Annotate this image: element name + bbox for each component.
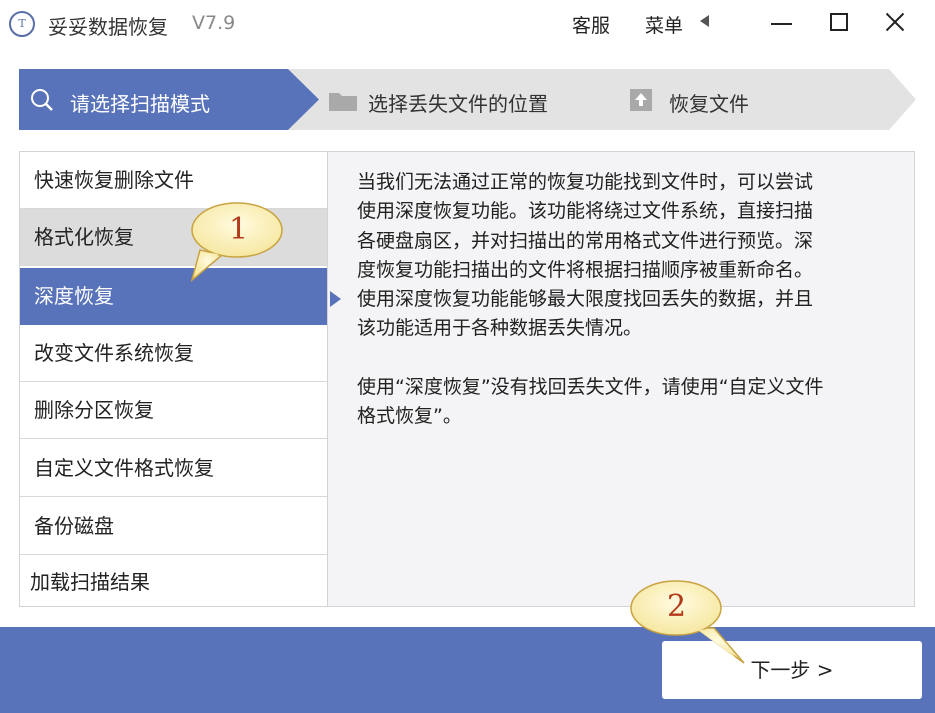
step-2-label: 选择丢失文件的位置 xyxy=(368,92,548,116)
description-line: 使用“深度恢复”没有找回丢失文件，请使用“自定义文件 xyxy=(357,375,824,398)
description-line: 各硬盘扇区，并对扫描出的常用格式文件进行预览。深 xyxy=(357,229,814,252)
main-panel: 快速恢复删除文件 格式化恢复 深度恢复 改变文件系统恢复 删除分区恢复 自定义文… xyxy=(19,151,915,607)
close-button[interactable] xyxy=(882,9,908,35)
minimize-button[interactable] xyxy=(771,23,792,25)
mode-backup-disk[interactable]: 备份磁盘 xyxy=(20,498,327,555)
description-line: 格式恢复”。 xyxy=(357,405,462,428)
step-3-label: 恢复文件 xyxy=(669,92,749,116)
mode-filesystem-change-recovery[interactable]: 改变文件系统恢复 xyxy=(20,325,327,382)
menu-arrow-icon[interactable] xyxy=(700,15,709,27)
folder-icon xyxy=(329,93,357,111)
description-line: 使用深度恢复功能能够最大限度找回丢失的数据，并且 xyxy=(357,288,814,311)
step-1-label: 请选择扫描模式 xyxy=(70,92,210,116)
upload-icon xyxy=(630,89,652,111)
maximize-button[interactable] xyxy=(830,13,848,31)
app-logo-icon: T xyxy=(9,11,35,37)
menu-button[interactable]: 菜单 xyxy=(645,11,683,38)
mode-description: 当我们无法通过正常的恢复功能找到文件时，可以尝试 使用深度恢复功能。该功能将绕过… xyxy=(357,168,897,431)
description-line: 当我们无法通过正常的恢复功能找到文件时，可以尝试 xyxy=(357,171,814,193)
app-version: V7.9 xyxy=(192,12,236,34)
search-icon xyxy=(31,89,53,111)
description-line: 度恢复功能扫描出的文件将根据扫描顺序被重新命名。 xyxy=(357,258,814,281)
title-bar: T 妥妥数据恢复 V7.9 客服 菜单 xyxy=(0,0,935,50)
selection-pointer-icon xyxy=(330,291,341,307)
app-title: 妥妥数据恢复 xyxy=(48,15,168,39)
description-line: 该功能适用于各种数据丢失情况。 xyxy=(357,317,643,340)
callout-2-number: 2 xyxy=(667,589,687,624)
support-button[interactable]: 客服 xyxy=(572,11,610,38)
mode-custom-format-recovery[interactable]: 自定义文件格式恢复 xyxy=(20,440,327,497)
mode-partition-recovery[interactable]: 删除分区恢复 xyxy=(20,382,327,439)
callout-2-bubble xyxy=(630,580,745,664)
step-progress-bar: 请选择扫描模式 选择丢失文件的位置 恢复文件 xyxy=(19,69,916,130)
mode-load-scan-result[interactable]: 加载扫描结果 xyxy=(20,554,327,611)
callout-1-number: 1 xyxy=(229,212,249,247)
description-line: 使用深度恢复功能。该功能将绕过文件系统，直接扫描 xyxy=(357,200,814,223)
